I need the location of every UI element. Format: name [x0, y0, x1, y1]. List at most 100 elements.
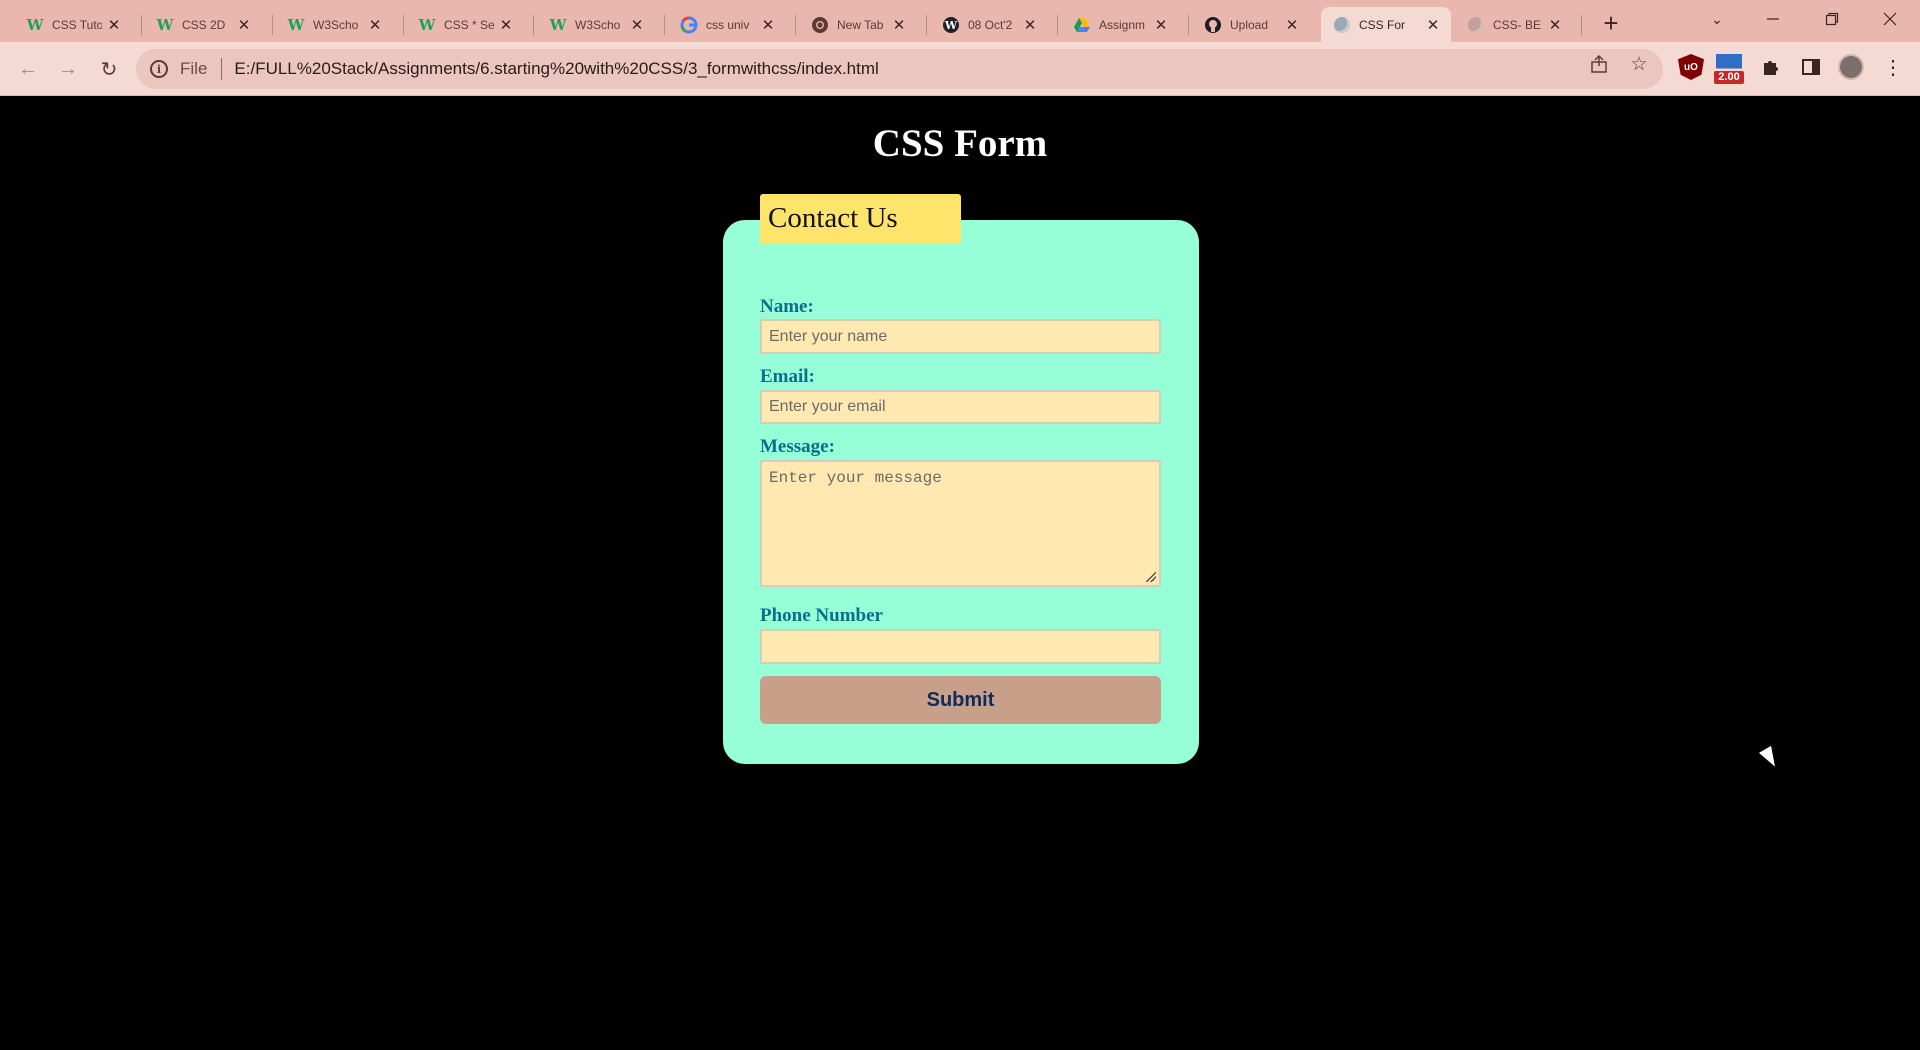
address-bar[interactable]: i File E:/FULL%20Stack/Assignments/6.sta…	[136, 49, 1663, 89]
url-text[interactable]: E:/FULL%20Stack/Assignments/6.starting%2…	[234, 59, 878, 79]
message-placeholder: Enter your message	[769, 469, 942, 487]
tab-separator	[403, 15, 404, 35]
bookmark-star-icon[interactable]: ☆	[1627, 52, 1651, 76]
tab-4[interactable]: W W3Scho ✕	[537, 7, 655, 42]
chrome-icon	[811, 16, 829, 34]
globe-icon	[1467, 16, 1485, 34]
close-icon[interactable]: ✕	[1153, 17, 1169, 34]
page-viewport: CSS Form Contact Us Name: Enter your nam…	[0, 97, 1920, 1050]
address-divider	[221, 58, 223, 80]
github-icon	[1204, 16, 1222, 34]
close-icon[interactable]: ✕	[236, 17, 252, 34]
tab-label: CSS 2D	[182, 17, 226, 32]
submit-button[interactable]: Submit	[760, 676, 1161, 724]
phone-label: Phone Number	[760, 605, 883, 626]
wordpress-icon: W	[942, 16, 960, 34]
tab-separator	[1581, 15, 1582, 35]
tab-8[interactable]: Assignm ✕	[1061, 7, 1179, 42]
tab-5[interactable]: css univ ✕	[668, 7, 786, 42]
tab-label: css univ	[706, 17, 750, 32]
browser-toolbar: ← → ↻ i File E:/FULL%20Stack/Assignments…	[0, 42, 1920, 96]
tab-search-chevron-icon[interactable]: ⌄	[1691, 0, 1743, 38]
profile-avatar[interactable]	[1838, 54, 1864, 80]
tab-separator	[664, 15, 665, 35]
tab-separator	[926, 15, 927, 35]
tab-separator	[141, 15, 142, 35]
tab-label: W3Scho	[575, 17, 621, 32]
speed-badge: 2.00	[1714, 71, 1744, 84]
tab-2[interactable]: W W3Scho ✕	[275, 7, 393, 42]
restore-icon[interactable]	[1806, 0, 1858, 38]
new-tab-plus-icon[interactable]: +	[1597, 8, 1625, 38]
tab-label: W3Scho	[313, 17, 359, 32]
close-icon[interactable]: ✕	[1425, 17, 1441, 34]
close-icon[interactable]: ✕	[1547, 17, 1563, 34]
tab-separator	[272, 15, 273, 35]
close-icon[interactable]: ✕	[891, 17, 907, 34]
google-icon	[680, 16, 698, 34]
side-panel-icon[interactable]	[1798, 54, 1824, 80]
tab-separator	[1188, 15, 1189, 35]
close-icon[interactable]: ✕	[106, 17, 122, 34]
tab-label: Upload	[1230, 17, 1269, 32]
scheme-label: File	[180, 59, 208, 78]
close-icon[interactable]: ✕	[1284, 17, 1300, 34]
form-legend: Contact Us	[760, 194, 961, 244]
w3schools-icon: W	[418, 15, 436, 34]
email-label: Email:	[760, 366, 815, 387]
tab-11[interactable]: CSS- BE ✕	[1455, 7, 1573, 42]
phone-input[interactable]	[760, 629, 1161, 664]
tab-7[interactable]: W 08 Oct'2 ✕	[930, 7, 1048, 42]
page-title: CSS Form	[872, 122, 1048, 165]
tab-label: CSS * Se	[444, 17, 494, 32]
email-placeholder: Enter your email	[769, 398, 886, 415]
resize-handle-icon[interactable]	[1146, 572, 1156, 582]
more-menu-icon[interactable]: ⋮	[1880, 54, 1906, 80]
tab-1[interactable]: W CSS 2D ✕	[144, 7, 262, 42]
email-input[interactable]: Enter your email	[760, 390, 1161, 424]
tab-label: CSS- BE	[1493, 17, 1542, 32]
tab-3[interactable]: W CSS * Se ✕	[406, 7, 524, 42]
reload-icon[interactable]: ↻	[94, 54, 124, 84]
mouse-cursor-icon	[1758, 745, 1782, 771]
tab-label: Assignm	[1099, 17, 1146, 32]
tab-label: 08 Oct'2	[968, 17, 1013, 32]
tab-0[interactable]: W CSS Tuto ✕	[14, 7, 132, 42]
w3schools-icon: W	[156, 15, 174, 34]
tab-6[interactable]: New Tab ✕	[799, 7, 917, 42]
svg-text:W: W	[944, 19, 958, 32]
tab-10-active[interactable]: CSS For ✕	[1321, 7, 1451, 42]
video-speed-controller-icon[interactable]: 2.00	[1714, 54, 1744, 84]
forward-arrow-icon[interactable]: →	[53, 54, 83, 84]
close-icon[interactable]: ✕	[498, 17, 514, 34]
tab-separator	[533, 15, 534, 35]
close-icon[interactable]: ✕	[1022, 17, 1038, 34]
close-icon[interactable]: ✕	[629, 17, 645, 34]
name-placeholder: Enter your name	[769, 327, 888, 345]
tab-separator	[795, 15, 796, 35]
info-icon[interactable]: i	[150, 60, 168, 78]
globe-icon	[1333, 16, 1351, 34]
ublock-origin-icon[interactable]: uO	[1678, 54, 1704, 80]
close-icon[interactable]: ✕	[367, 17, 383, 34]
minimize-icon[interactable]	[1747, 0, 1799, 38]
extensions-puzzle-icon[interactable]	[1758, 54, 1784, 80]
tab-label: New Tab	[837, 17, 884, 32]
close-icon[interactable]: ✕	[760, 17, 776, 34]
w3schools-icon: W	[26, 15, 44, 34]
share-icon[interactable]	[1587, 52, 1611, 76]
tab-strip: W CSS Tuto ✕ W CSS 2D ✕ W W3Scho ✕ W CSS…	[0, 0, 1920, 42]
close-window-icon[interactable]	[1864, 0, 1916, 38]
name-label: Name:	[760, 296, 814, 317]
w3schools-icon: W	[287, 15, 305, 34]
name-input[interactable]: Enter your name	[760, 319, 1161, 354]
back-arrow-icon[interactable]: ←	[13, 54, 43, 84]
google-drive-icon	[1073, 16, 1091, 34]
tab-label: CSS For	[1359, 17, 1406, 32]
message-label: Message:	[760, 436, 835, 457]
tab-9[interactable]: Upload ✕	[1192, 7, 1310, 42]
tab-label: CSS Tuto	[52, 17, 102, 32]
message-textarea[interactable]: Enter your message	[760, 460, 1161, 587]
w3schools-icon: W	[549, 15, 567, 34]
tab-separator	[1057, 15, 1058, 35]
